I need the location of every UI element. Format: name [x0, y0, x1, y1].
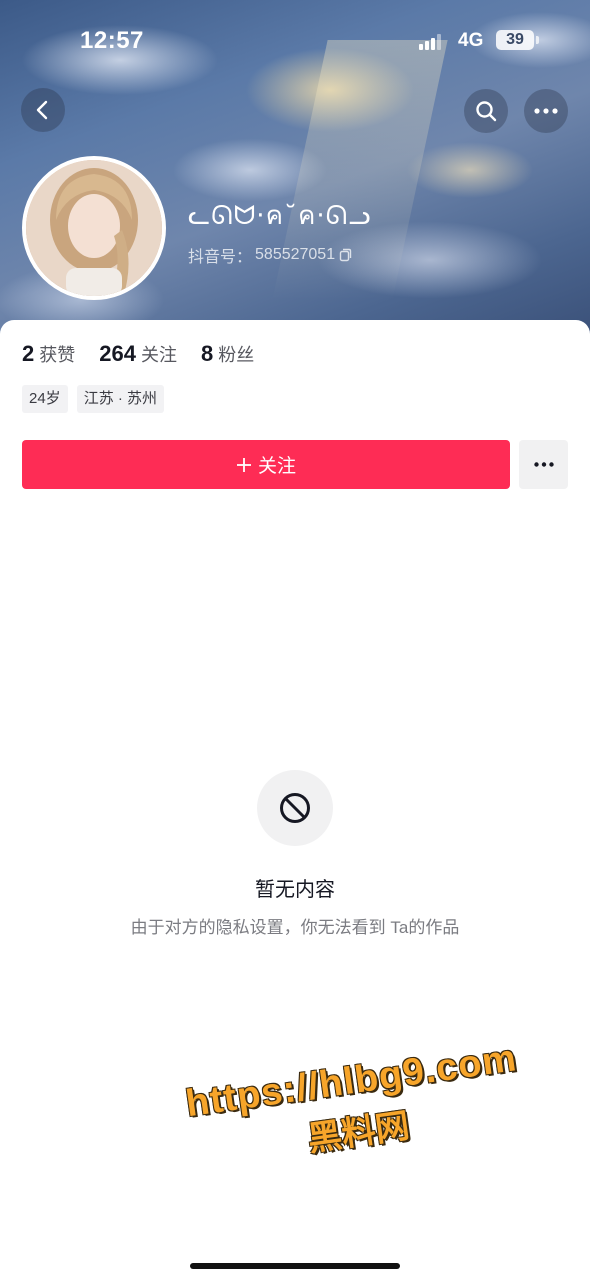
follow-button-label: 关注	[257, 456, 296, 477]
copy-icon[interactable]	[338, 248, 352, 262]
tag-location: 江苏 · 苏州	[76, 385, 165, 413]
search-button[interactable]	[464, 89, 508, 133]
follow-button[interactable]: 关注	[22, 440, 510, 489]
empty-state-title: 暂无内容	[255, 879, 335, 901]
search-icon	[476, 101, 497, 122]
ellipsis-icon	[534, 108, 558, 114]
home-indicator[interactable]	[190, 1263, 400, 1269]
battery-icon: 39	[496, 30, 534, 50]
avatar-photo	[26, 160, 162, 296]
douyin-id-label: 抖音号：	[188, 249, 253, 266]
stat-likes[interactable]: 2 获赞	[22, 341, 75, 367]
stat-following[interactable]: 264 关注	[99, 341, 177, 367]
empty-state-icon-wrap	[257, 770, 333, 846]
status-bar: 12:57 4G 39	[0, 0, 590, 80]
network-type: 4G	[458, 30, 484, 51]
status-time: 12:57	[80, 27, 144, 54]
more-actions-button[interactable]	[519, 440, 568, 489]
stat-followers[interactable]: 8 粉丝	[201, 341, 254, 367]
douyin-id: 抖音号： 585527051	[188, 243, 352, 267]
ellipsis-icon	[533, 462, 554, 467]
stat-label: 获赞	[39, 345, 76, 365]
stat-label: 关注	[140, 345, 177, 365]
prohibited-icon	[280, 793, 310, 823]
tag-age: 24岁	[22, 385, 68, 413]
stat-label: 粉丝	[218, 345, 255, 365]
stat-value: 264	[99, 341, 136, 366]
profile-nickname: ᓚᘏᗢ·ค˘ค·ᘏᓗ	[188, 201, 372, 231]
back-button[interactable]	[21, 88, 65, 132]
signal-icon	[419, 34, 443, 50]
avatar[interactable]	[22, 156, 166, 300]
chevron-left-icon	[36, 100, 48, 120]
plus-icon	[236, 457, 251, 472]
stat-value: 2	[22, 341, 35, 366]
more-options-button[interactable]	[524, 89, 568, 133]
profile-stats: 2 获赞 264 关注 8 粉丝	[22, 341, 278, 367]
empty-state-description: 由于对方的隐私设置，你无法看到 Ta的作品	[130, 918, 460, 937]
stat-value: 8	[200, 341, 214, 366]
battery-tip	[536, 36, 539, 44]
profile-tags: 24岁 江苏 · 苏州	[22, 385, 165, 413]
douyin-id-value: 585527051	[255, 246, 336, 263]
